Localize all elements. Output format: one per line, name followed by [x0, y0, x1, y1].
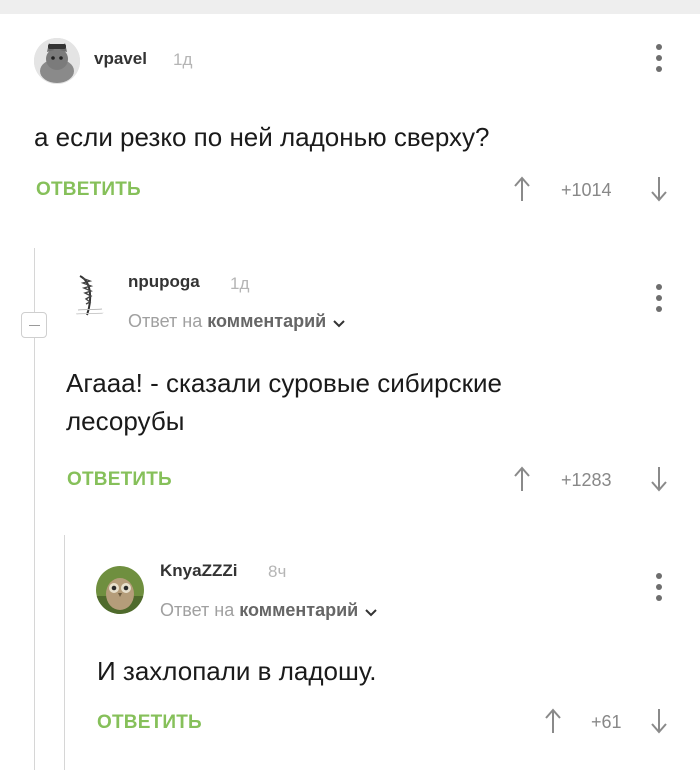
- thread-line-level2: [64, 535, 65, 770]
- upvote-icon[interactable]: [545, 708, 561, 739]
- reply-button[interactable]: ОТВЕТИТЬ: [36, 179, 141, 201]
- downvote-icon[interactable]: [651, 708, 667, 739]
- collapse-thread-button[interactable]: [21, 312, 47, 338]
- comment-text: И захлопали в ладошу.: [97, 656, 377, 686]
- reply-button[interactable]: ОТВЕТИТЬ: [97, 712, 202, 734]
- upvote-icon[interactable]: [514, 466, 530, 497]
- top-bar: [0, 0, 700, 14]
- comment-text: Агааа! - сказали суровые сибирские лесор…: [66, 364, 502, 440]
- reply-prefix: Ответ на: [160, 600, 235, 620]
- comment-text: а если резко по ней ладонью сверху?: [34, 122, 490, 152]
- reply-prefix: Ответ на: [128, 311, 203, 331]
- comment-text-line: Агааа! - сказали суровые сибирские: [66, 368, 502, 398]
- more-options-icon[interactable]: [655, 44, 663, 77]
- comment-rating: +61: [591, 712, 622, 732]
- downvote-icon[interactable]: [651, 466, 667, 497]
- chevron-down-icon: [333, 312, 345, 333]
- cat-avatar-icon: [34, 38, 80, 84]
- reply-button[interactable]: ОТВЕТИТЬ: [67, 469, 172, 491]
- avatar[interactable]: [66, 272, 112, 318]
- reply-target: комментарий: [239, 600, 359, 620]
- reply-target: комментарий: [207, 311, 327, 331]
- avatar[interactable]: [96, 566, 144, 614]
- reply-to-link[interactable]: Ответ на комментарий: [128, 311, 345, 333]
- reply-to-link[interactable]: Ответ на комментарий: [160, 600, 377, 622]
- comment-author[interactable]: KnyaZZZi: [160, 561, 237, 581]
- downvote-icon[interactable]: [651, 176, 667, 207]
- comment-rating: +1014: [561, 180, 612, 200]
- feather-avatar-icon: [66, 272, 112, 318]
- comment-time: 8ч: [268, 562, 287, 581]
- upvote-icon[interactable]: [514, 176, 530, 207]
- comment-time: 1д: [230, 274, 250, 293]
- owl-avatar-icon: [96, 566, 144, 614]
- comment-author[interactable]: npupoga: [128, 272, 200, 292]
- comment-author[interactable]: vpavel: [94, 49, 147, 69]
- chevron-down-icon: [365, 601, 377, 622]
- comment-text-line: лесорубы: [66, 406, 185, 436]
- avatar[interactable]: [34, 38, 80, 84]
- comment-rating: +1283: [561, 470, 612, 490]
- more-options-icon[interactable]: [655, 284, 663, 317]
- comment-time: 1д: [173, 50, 193, 69]
- more-options-icon[interactable]: [655, 573, 663, 606]
